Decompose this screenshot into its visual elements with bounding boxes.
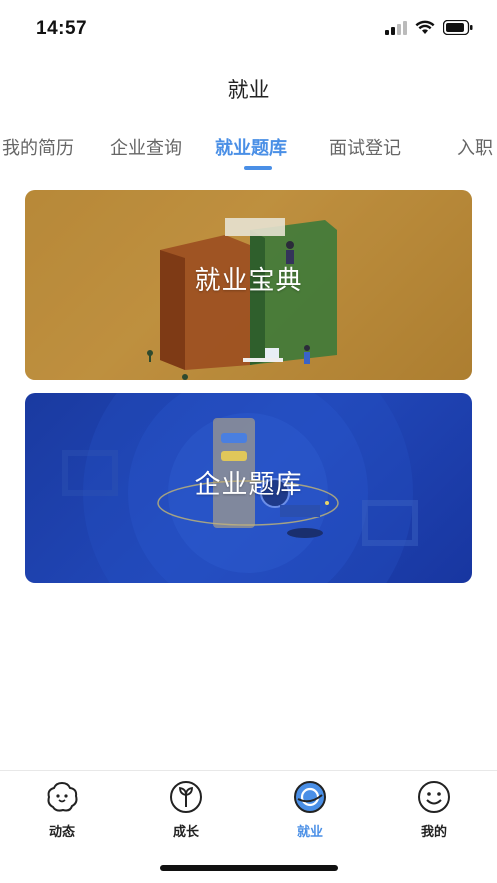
- tab-onboarding[interactable]: 入职: [457, 134, 493, 160]
- nav-item-dynamics[interactable]: 动态: [22, 779, 102, 840]
- nav-label-employment: 就业: [296, 825, 323, 840]
- star-face-icon: [47, 781, 78, 812]
- card-company-question-bank[interactable]: 企业题库: [25, 393, 472, 583]
- nav-label-growth: 成长: [172, 825, 199, 840]
- status-icons: [385, 20, 473, 35]
- globe-icon: [294, 781, 326, 813]
- nav-label-dynamics: 动态: [48, 825, 75, 840]
- tab-active-indicator: [244, 166, 272, 170]
- sprout-icon: [170, 781, 202, 813]
- smiley-icon: [418, 781, 450, 813]
- status-time: 14:57: [36, 18, 88, 39]
- tab-resume[interactable]: 我的简历: [2, 134, 74, 160]
- battery-icon: [443, 20, 473, 35]
- bottom-nav: 动态 成长 就业 我的: [0, 770, 497, 850]
- tab-interview-registration[interactable]: 面试登记: [329, 134, 401, 160]
- nav-item-employment[interactable]: 就业: [270, 779, 350, 840]
- wifi-icon: [415, 20, 435, 34]
- tab-company-search[interactable]: 企业查询: [110, 134, 182, 160]
- nav-label-mine: 我的: [420, 825, 447, 840]
- tab-question-bank[interactable]: 就业题库: [215, 134, 287, 160]
- signal-icon: [385, 20, 407, 35]
- page-title: 就业: [227, 78, 270, 102]
- card-title-employment-guide: 就业宝典: [194, 266, 303, 296]
- card-employment-guide[interactable]: 就业宝典: [25, 190, 472, 380]
- home-indicator: [160, 865, 338, 871]
- nav-item-mine[interactable]: 我的: [394, 779, 474, 840]
- card-title-company-question-bank: 企业题库: [194, 470, 303, 500]
- nav-item-growth[interactable]: 成长: [146, 779, 226, 840]
- status-bar: 14:57: [0, 0, 497, 58]
